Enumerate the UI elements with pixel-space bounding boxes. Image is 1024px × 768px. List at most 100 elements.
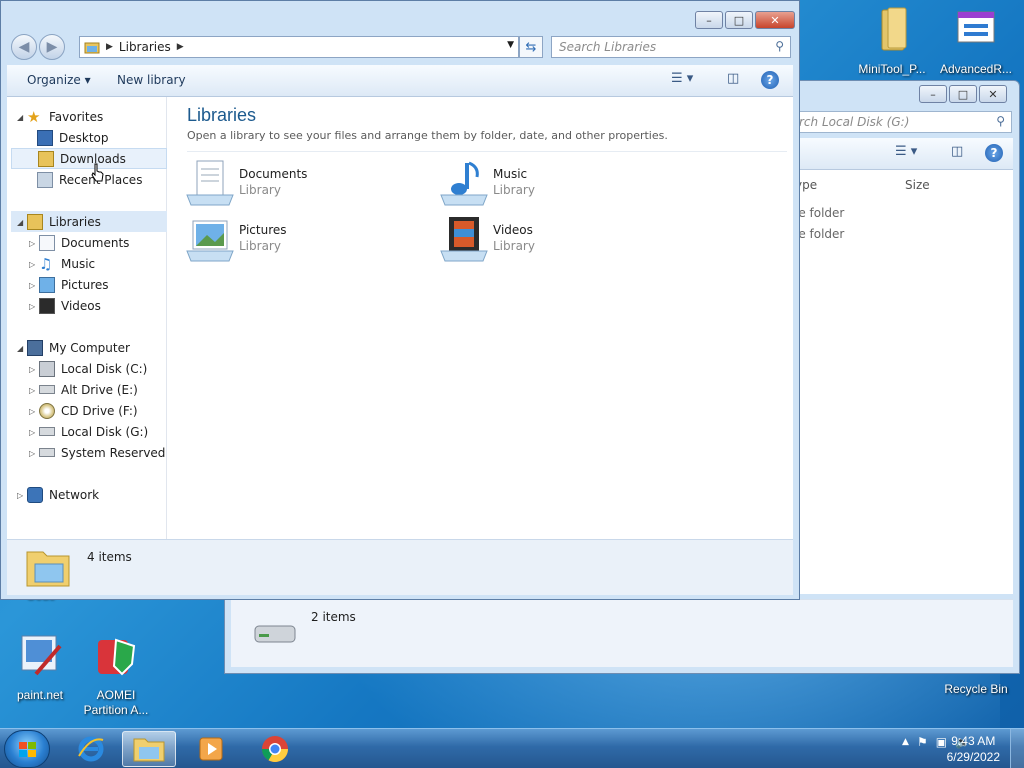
clock-time: 9:43 AM	[951, 734, 996, 748]
network-icon	[27, 486, 43, 503]
drive-icon	[39, 385, 55, 394]
nav-network[interactable]: Network	[27, 484, 99, 505]
nav-pictures[interactable]: Pictures	[39, 274, 109, 295]
nav-my-computer[interactable]: My Computer	[27, 337, 130, 358]
star-icon: ★	[27, 107, 41, 126]
cd-drive-icon	[39, 402, 55, 419]
library-documents[interactable]: Documents Library	[185, 159, 415, 209]
refresh-button[interactable]: ⇆	[519, 36, 543, 58]
expand-arrow-icon[interactable]: ▷	[29, 428, 35, 437]
preview-pane-icon[interactable]: ◫	[727, 71, 739, 86]
nav-local-disk-c[interactable]: Local Disk (C:)	[39, 358, 147, 379]
expand-arrow-icon[interactable]: ▷	[29, 386, 35, 395]
taskbar-internet-explorer[interactable]	[64, 731, 118, 767]
folder-icon	[881, 7, 907, 51]
library-videos[interactable]: Videos Library	[439, 215, 669, 265]
clock[interactable]: 9:43 AM 6/29/2022	[947, 733, 1000, 765]
taskbar: ▲ ⚑ ▣ 🔈 9:43 AM 6/29/2022	[0, 728, 1024, 768]
table-row[interactable]: le folder	[795, 206, 844, 220]
nav-favorites[interactable]: ★ Favorites	[27, 106, 103, 127]
new-library-button[interactable]: New library	[117, 73, 186, 87]
search-input[interactable]: Search Libraries ⚲	[551, 36, 791, 58]
libraries-icon	[27, 213, 43, 230]
preview-pane-icon[interactable]: ◫	[951, 144, 963, 159]
nav-videos[interactable]: Videos	[39, 295, 101, 316]
desktop-icon-label: AdvancedR...	[939, 62, 1013, 76]
breadcrumb-arrow-icon[interactable]: ▶	[106, 42, 113, 52]
expand-arrow-icon[interactable]: ▷	[29, 239, 35, 248]
command-bar: Organize ▾ New library ☰ ▾ ◫ ?	[7, 65, 793, 97]
libraries-icon	[84, 42, 100, 54]
drive-icon	[39, 448, 55, 457]
expand-arrow-icon[interactable]: ▷	[17, 491, 23, 500]
expand-arrow-icon[interactable]: ▷	[29, 281, 35, 290]
desktop-icon-minitool[interactable]: MiniTool_P...	[852, 6, 932, 77]
maximize-button[interactable]: □	[725, 11, 753, 29]
nav-libraries[interactable]: Libraries	[11, 211, 167, 232]
network-status-icon[interactable]: ▣	[936, 735, 947, 749]
column-header-size[interactable]: Size	[905, 178, 930, 192]
explorer-window-libraries[interactable]: – □ ✕ ◀ ▶ ▶ Libraries ▶ ▼ ⇆ Search Libra…	[0, 0, 800, 600]
chevron-down-icon[interactable]: ▼	[507, 40, 514, 50]
collapse-arrow-icon[interactable]: ◢	[17, 113, 23, 122]
show-hidden-icons-icon[interactable]: ▲	[902, 737, 909, 747]
address-bar[interactable]: ▶ Libraries ▶ ▼	[79, 36, 519, 58]
collapse-arrow-icon[interactable]: ◢	[17, 344, 23, 353]
view-options-icon[interactable]: ☰ ▾	[895, 144, 917, 159]
nav-desktop[interactable]: Desktop	[37, 127, 109, 148]
expand-arrow-icon[interactable]: ▷	[29, 449, 35, 458]
system-drive-icon	[39, 360, 55, 377]
videos-icon	[39, 297, 55, 314]
nav-recent-places[interactable]: Recent Places	[37, 169, 142, 190]
start-button[interactable]	[4, 730, 50, 768]
page-title: Libraries	[187, 105, 257, 125]
libraries-folder-icon	[26, 551, 70, 587]
taskbar-media-player[interactable]	[184, 731, 238, 767]
minimize-button[interactable]: –	[695, 11, 723, 29]
show-desktop-button[interactable]	[1010, 729, 1024, 768]
back-button[interactable]: ◀	[11, 34, 37, 60]
videos-library-icon	[440, 217, 488, 262]
nav-music[interactable]: ♫ Music	[39, 253, 95, 274]
table-row[interactable]: le folder	[795, 227, 844, 241]
nav-alt-drive-e[interactable]: Alt Drive (E:)	[39, 379, 138, 400]
item-count: 2 items	[311, 610, 356, 624]
action-center-flag-icon[interactable]: ⚑	[917, 735, 928, 749]
breadcrumb[interactable]: Libraries	[119, 40, 171, 54]
nav-local-disk-g[interactable]: Local Disk (G:)	[39, 421, 148, 442]
chrome-icon	[261, 736, 289, 763]
taskbar-chrome[interactable]	[248, 731, 302, 767]
desktop-icon-paintnet[interactable]: paint.net	[0, 632, 80, 703]
forward-button[interactable]: ▶	[39, 34, 65, 60]
help-icon[interactable]: ?	[761, 71, 779, 89]
expand-arrow-icon[interactable]: ▷	[29, 302, 35, 311]
desktop-icon-label: AOMEI Partition A...	[83, 688, 149, 717]
recent-places-icon	[37, 171, 53, 188]
help-icon[interactable]: ?	[985, 144, 1003, 162]
downloads-folder-icon	[38, 150, 54, 167]
expand-arrow-icon[interactable]: ▷	[29, 407, 35, 416]
desktop-icon-advancedrenamer[interactable]: AdvancedR...	[936, 6, 1016, 77]
nav-system-reserved-s[interactable]: System Reserved (S:)	[39, 442, 167, 463]
explorer-folder-icon	[133, 738, 165, 762]
nav-cd-drive-f[interactable]: CD Drive (F:)	[39, 400, 138, 421]
nav-documents[interactable]: Documents	[39, 232, 129, 253]
close-button[interactable]: ✕	[979, 85, 1007, 103]
nav-downloads[interactable]: Downloads	[11, 148, 167, 169]
documents-library-icon	[186, 160, 234, 206]
divider	[187, 151, 787, 152]
minimize-button[interactable]: –	[919, 85, 947, 103]
expand-arrow-icon[interactable]: ▷	[29, 365, 35, 374]
close-button[interactable]: ✕	[755, 11, 795, 29]
desktop-icon-aomei[interactable]: AOMEI Partition A...	[76, 632, 156, 718]
library-music[interactable]: Music Library	[439, 159, 669, 209]
view-options-icon[interactable]: ☰ ▾	[671, 71, 693, 86]
taskbar-windows-explorer[interactable]	[122, 731, 176, 767]
library-pictures[interactable]: Pictures Library	[185, 215, 415, 265]
breadcrumb-arrow-icon[interactable]: ▶	[177, 42, 184, 52]
maximize-button[interactable]: □	[949, 85, 977, 103]
organize-button[interactable]: Organize ▾	[27, 73, 91, 87]
search-input[interactable]: rch Local Disk (G:) ⚲	[792, 111, 1012, 133]
collapse-arrow-icon[interactable]: ◢	[17, 218, 23, 227]
expand-arrow-icon[interactable]: ▷	[29, 260, 35, 269]
